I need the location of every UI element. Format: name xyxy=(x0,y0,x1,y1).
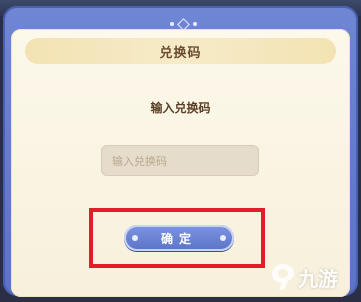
confirm-button[interactable]: 确定 xyxy=(124,225,234,251)
button-dot-left xyxy=(132,235,138,241)
confirm-button-label: 确定 xyxy=(160,231,197,246)
title-bar: 兑换码 xyxy=(25,38,336,64)
watermark: 九游 xyxy=(270,259,338,295)
redeem-code-placeholder: 输入兑换码 xyxy=(112,154,167,168)
input-prompt: 输入兑换码 xyxy=(150,101,211,115)
dialog-title: 兑换码 xyxy=(159,45,202,61)
button-dot-right xyxy=(220,235,226,241)
watermark-text: 九游 xyxy=(298,266,338,291)
nine-game-logo-icon xyxy=(272,264,294,290)
redeem-code-input[interactable]: 输入兑换码 xyxy=(101,145,259,176)
